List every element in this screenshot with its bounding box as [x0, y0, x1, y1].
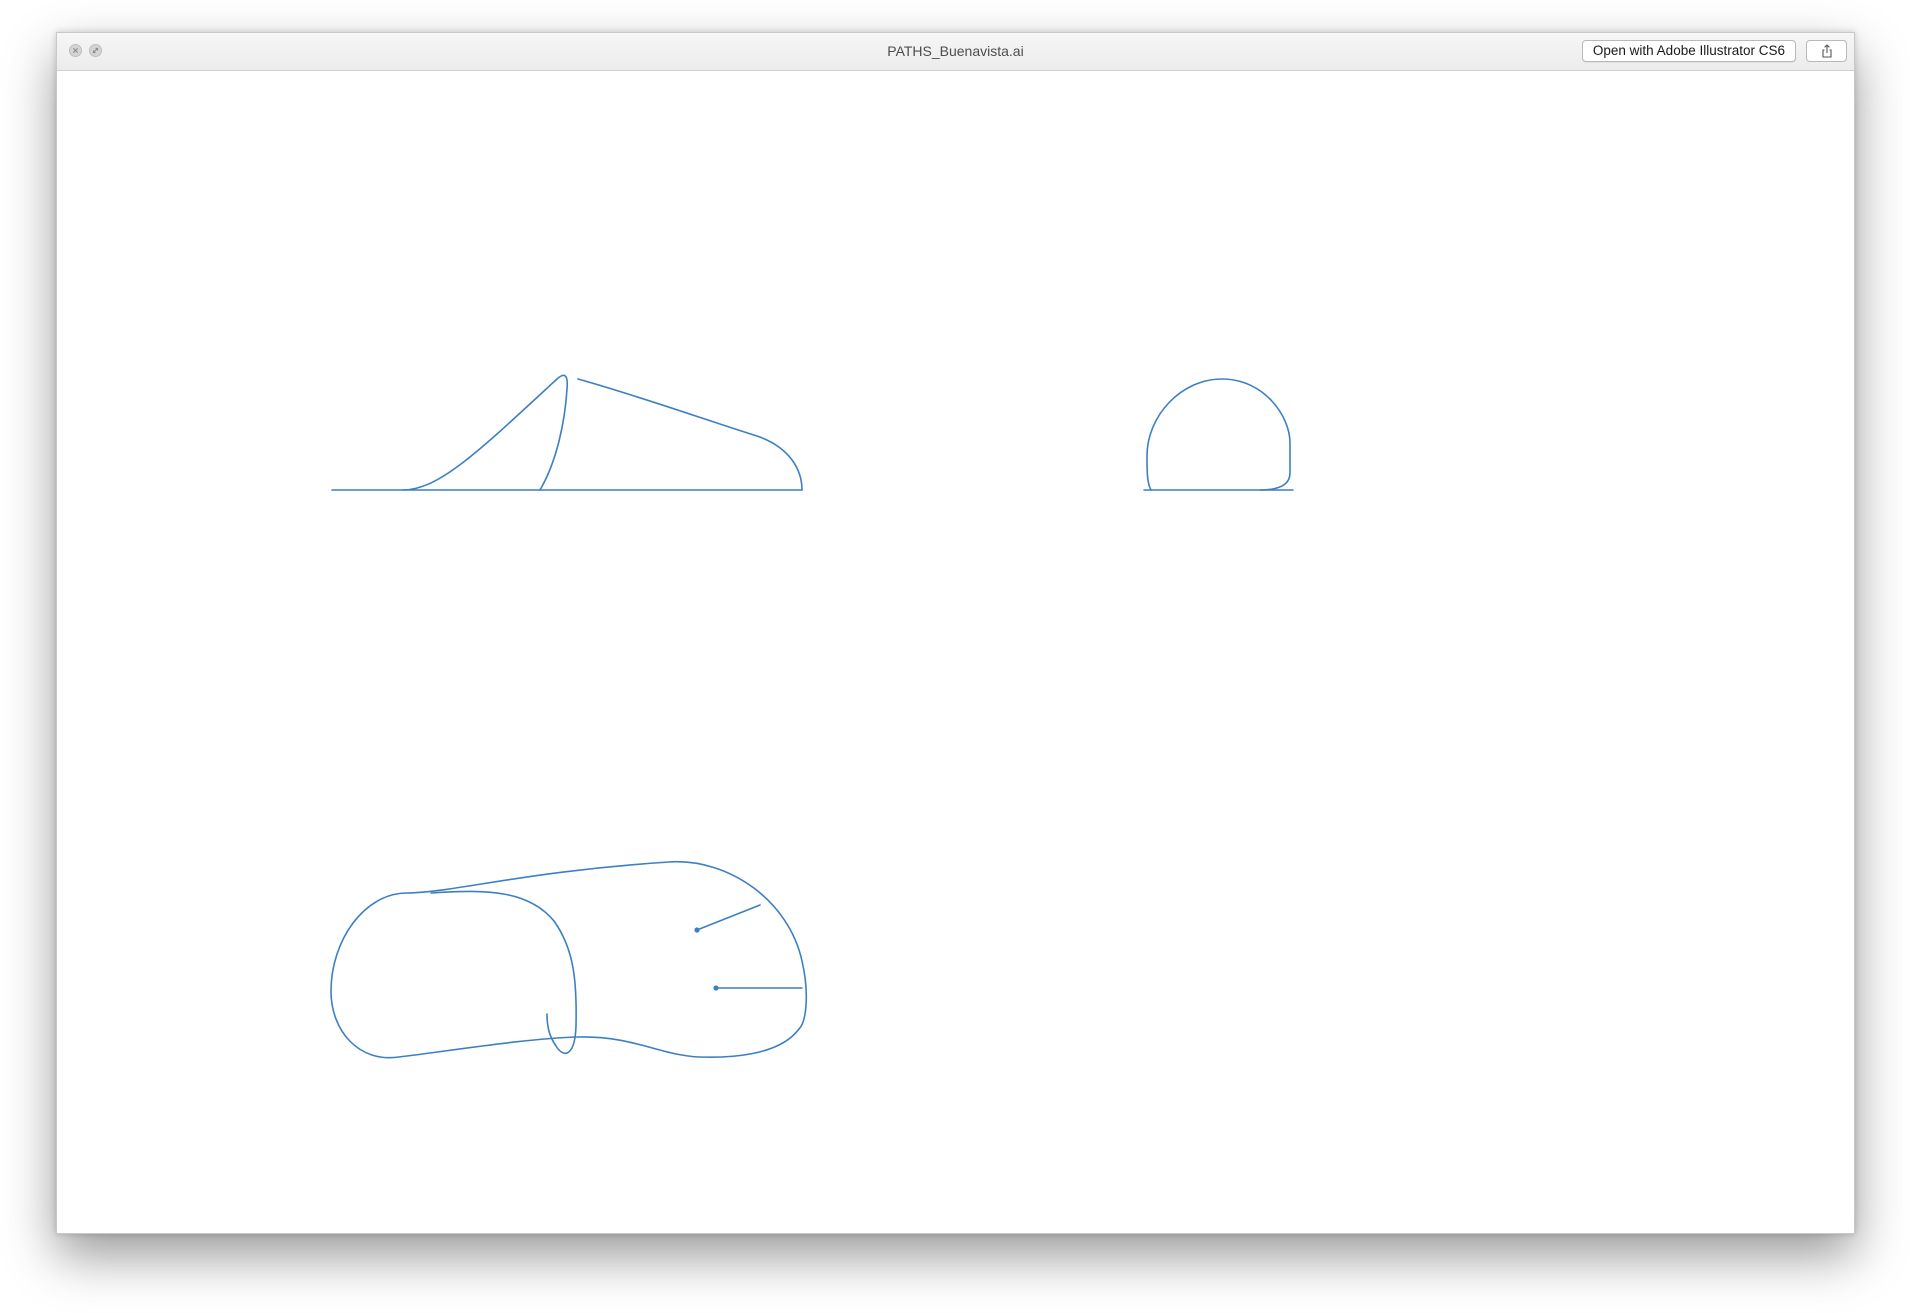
share-icon — [1821, 44, 1832, 58]
fullscreen-icon — [92, 47, 99, 54]
anchor-point — [694, 927, 700, 933]
open-with-illustrator-button[interactable]: Open with Adobe Illustrator CS6 — [1581, 40, 1796, 62]
anchor-point — [713, 985, 719, 991]
title-bar[interactable]: PATHS_Buenavista.ai Open with Adobe Illu… — [57, 33, 1854, 71]
document-canvas — [59, 71, 1852, 1230]
close-icon — [73, 48, 78, 53]
quicklook-window: PATHS_Buenavista.ai Open with Adobe Illu… — [56, 32, 1855, 1234]
outline-path — [330, 861, 808, 1059]
profile-path — [331, 374, 803, 491]
fullscreen-button[interactable] — [89, 44, 102, 57]
arch-path — [1143, 378, 1294, 491]
share-button[interactable] — [1806, 40, 1847, 62]
drawing-area — [330, 374, 1294, 1059]
close-button[interactable] — [69, 44, 82, 57]
